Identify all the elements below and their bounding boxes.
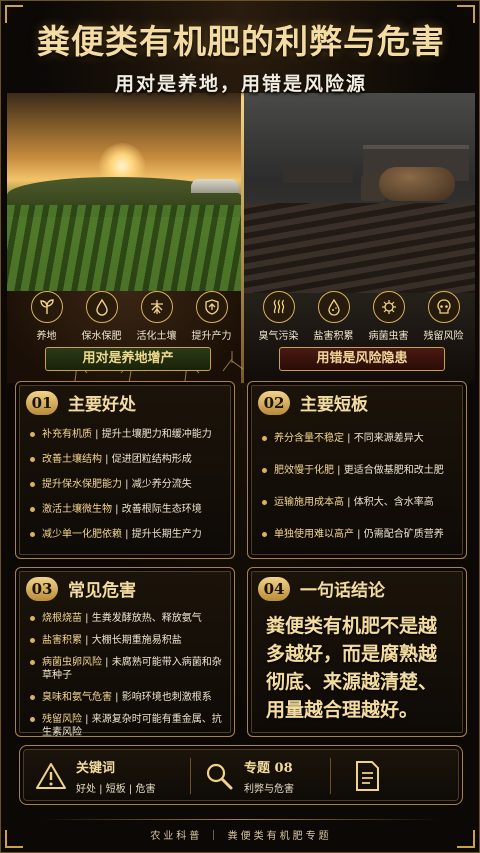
conclusion-text: 粪便类有机肥不是越多越好，而是腐熟越彻底、来源越清楚、用量越合理越好。 xyxy=(266,615,438,721)
page-title: 粪便类有机肥的利弊与危害 xyxy=(37,22,445,61)
bottom-bar: 关键词 好处 | 短板 | 危害 专题 08 利弊与危害 xyxy=(19,745,463,805)
topic-block: 专题 08 利弊与危害 xyxy=(202,746,294,806)
benefit-banner: 用对是养地增产 xyxy=(45,347,211,371)
card-number: 04 xyxy=(258,576,290,601)
greenhouse xyxy=(191,179,239,193)
water-drop-icon xyxy=(85,291,118,323)
hazards-card: 03 常见危害 烧根烧苗 | 生粪发酵放热、释放氨气 盐害积累 | 大棚长期重施… xyxy=(15,567,235,738)
divider xyxy=(330,758,331,794)
benefits-card: 01 主要好处 补充有机质 | 提升土壤肥力和缓冲能力 改善土壤结构 | 促进团… xyxy=(15,381,235,559)
list-item: 臭味和氨气危害 | 影响环境也刺激根系 xyxy=(28,691,226,704)
list-item: 减少单一化肥依赖 | 提升长期生产力 xyxy=(28,528,226,541)
card-title: 一句话结论 xyxy=(300,581,385,601)
benefit-item: 养地 xyxy=(20,291,74,342)
conclusion-card: 04 一句话结论 粪便类有机肥不是越多越好，而是腐熟越彻底、来源越清楚、用量越合… xyxy=(247,567,467,737)
benefit-label: 保水保肥 xyxy=(81,331,122,342)
shield-up-icon xyxy=(195,291,228,323)
magnifier-icon xyxy=(202,759,236,793)
keywords-list: 好处 | 短板 | 危害 xyxy=(76,784,156,795)
poster-frame: 粪便类有机肥的利弊与危害 用对是养地，用错是风险源 养地 保水保肥 活化土壤 提 xyxy=(0,0,480,853)
benefit-item: 活化土壤 xyxy=(130,291,184,342)
card-title: 主要短板 xyxy=(300,395,368,415)
card-number: 02 xyxy=(258,390,290,415)
list-item: 提升保水保肥能力 | 减少养分流失 xyxy=(28,478,226,491)
footer-divider xyxy=(41,819,441,820)
keywords-title: 关键词 xyxy=(76,761,116,776)
salt-drop-icon xyxy=(317,291,350,323)
skull-icon xyxy=(427,291,460,323)
benefit-item: 提升产力 xyxy=(185,291,239,342)
muddy-field xyxy=(243,203,475,293)
list-item: 补充有机质 | 提升土壤肥力和缓冲能力 xyxy=(28,428,226,441)
hazards-list: 烧根烧苗 | 生粪发酵放热、释放氨气 盐害积累 | 大棚长期重施易积盐 病菌虫卵… xyxy=(28,612,226,748)
benefit-item: 保水保肥 xyxy=(75,291,129,342)
list-item: 运输施用成本高 | 体积大、含水率高 xyxy=(260,496,458,509)
risk-icons: 臭气污染 盐害积累 病菌虫害 残留风险 xyxy=(251,291,471,342)
list-item: 养分含量不稳定 | 不同来源差异大 xyxy=(260,432,458,445)
shortcomings-list: 养分含量不稳定 | 不同来源差异大 肥效慢于化肥 | 更适合做基肥和改土肥 运输… xyxy=(260,432,458,553)
germ-icon xyxy=(372,291,405,323)
keywords-block: 关键词 好处 | 短板 | 危害 xyxy=(34,746,155,806)
risk-label: 残留风险 xyxy=(423,331,464,342)
list-item: 改善土壤结构 | 促进团粒结构形成 xyxy=(28,453,226,466)
seedling-icon xyxy=(30,291,63,323)
benefit-label: 提升产力 xyxy=(191,331,232,342)
list-item: 肥效慢于化肥 | 更适合做基肥和改土肥 xyxy=(260,464,458,477)
risk-banner: 用错是风险隐患 xyxy=(279,347,445,371)
benefits-list: 补充有机质 | 提升土壤肥力和缓冲能力 改善土壤结构 | 促进团粒结构形成 提升… xyxy=(28,428,226,553)
benefit-label: 养地 xyxy=(36,331,57,342)
risk-item: 臭气污染 xyxy=(252,291,306,342)
risk-label: 病菌虫害 xyxy=(368,331,409,342)
topic-subtitle: 利弊与危害 xyxy=(244,784,294,795)
risk-item: 残留风险 xyxy=(417,291,471,342)
risk-item: 盐害积累 xyxy=(307,291,361,342)
odor-icon xyxy=(262,291,295,323)
list-item: 残留风险 | 来源复杂时可能有重金属、抗生素风险 xyxy=(28,713,226,739)
divider xyxy=(190,758,191,794)
manure-tanker xyxy=(379,167,455,201)
roots-icon xyxy=(140,291,173,323)
list-item: 单独使用难以高产 | 仍需配合矿质营养 xyxy=(260,528,458,541)
risk-item: 病菌虫害 xyxy=(362,291,416,342)
risk-label: 臭气污染 xyxy=(258,331,299,342)
risk-label: 盐害积累 xyxy=(313,331,354,342)
card-number: 01 xyxy=(26,390,58,415)
list-item: 烧根烧苗 | 生粪发酵放热、释放氨气 xyxy=(28,612,226,625)
card-header: 04 一句话结论 xyxy=(258,576,385,601)
shed xyxy=(283,163,353,183)
topic-title: 专题 08 xyxy=(244,761,293,776)
crop-rows xyxy=(7,205,243,295)
card-header: 01 主要好处 xyxy=(26,390,136,415)
card-title: 主要好处 xyxy=(68,395,136,415)
warning-icon xyxy=(34,759,68,793)
split-divider xyxy=(241,93,244,383)
benefit-icons: 养地 保水保肥 活化土壤 提升产力 xyxy=(19,291,239,342)
footer-text: 农业科普 ｜ 粪便类有机肥专题 xyxy=(150,831,332,842)
list-item: 病菌虫卵风险 | 未腐熟可能带入病菌和杂草种子 xyxy=(28,656,226,682)
document-block xyxy=(350,746,384,806)
benefit-label: 活化土壤 xyxy=(136,331,177,342)
list-item: 激活土壤微生物 | 改善根际生态环境 xyxy=(28,503,226,516)
card-header: 02 主要短板 xyxy=(258,390,368,415)
card-title: 常见危害 xyxy=(68,581,136,601)
list-item: 盐害积累 | 大棚长期重施易积盐 xyxy=(28,634,226,647)
page-subtitle: 用对是养地，用错是风险源 xyxy=(114,73,367,95)
shortcomings-card: 02 主要短板 养分含量不稳定 | 不同来源差异大 肥效慢于化肥 | 更适合做基… xyxy=(247,381,467,559)
card-number: 03 xyxy=(26,576,58,601)
document-icon xyxy=(350,759,384,793)
card-header: 03 常见危害 xyxy=(26,576,136,601)
